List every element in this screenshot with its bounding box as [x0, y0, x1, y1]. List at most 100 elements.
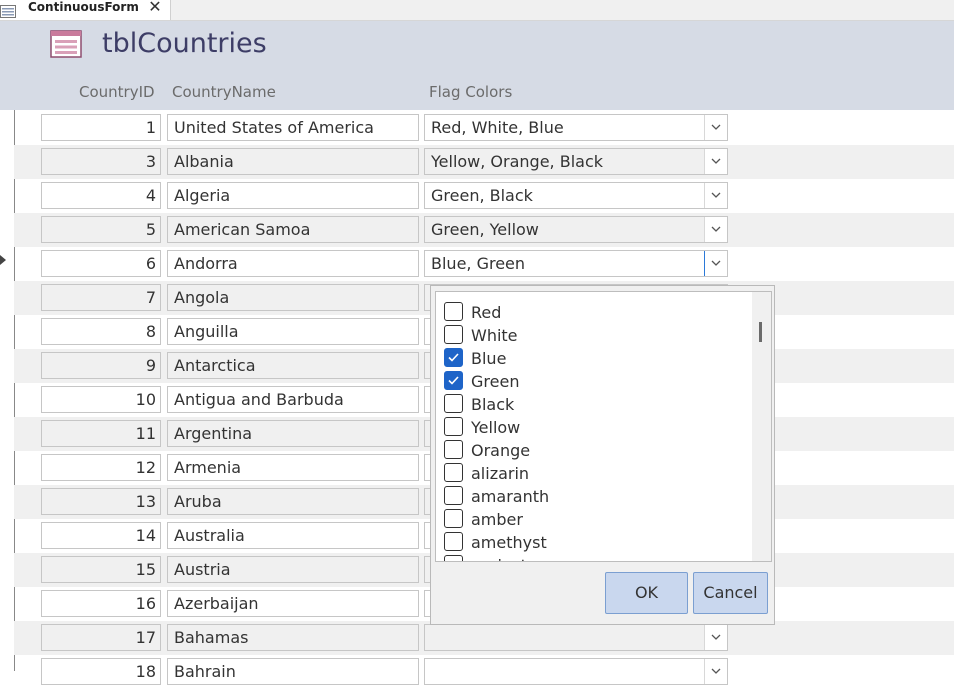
- list-item-label: amaranth: [471, 487, 550, 506]
- close-icon[interactable]: ✕: [147, 0, 163, 16]
- checkbox[interactable]: [444, 509, 463, 528]
- countryname-field[interactable]: Austria: [167, 556, 419, 583]
- countryid-field[interactable]: 11: [41, 420, 161, 447]
- countryid-field[interactable]: 14: [41, 522, 161, 549]
- flag-colors-value: Green, Yellow: [431, 220, 539, 239]
- countryid-field[interactable]: 10: [41, 386, 161, 413]
- countryname-field[interactable]: Angola: [167, 284, 419, 311]
- countryid-field[interactable]: 5: [41, 216, 161, 243]
- countryname-field[interactable]: American Samoa: [167, 216, 419, 243]
- countryname-field[interactable]: Antarctica: [167, 352, 419, 379]
- form-icon: [50, 30, 82, 58]
- flag-colors-combobox[interactable]: Yellow, Orange, Black: [424, 148, 728, 175]
- dropdown-button[interactable]: [704, 149, 727, 174]
- checkbox[interactable]: [444, 486, 463, 505]
- flag-colors-listbox[interactable]: Red White Blue Green Black Yellow Orange alizar…: [435, 291, 772, 562]
- table-row: 3 Albania Yellow, Orange, Black: [14, 145, 954, 179]
- checkbox[interactable]: [444, 371, 463, 390]
- dropdown-button[interactable]: [704, 659, 727, 684]
- countryid-field[interactable]: 4: [41, 182, 161, 209]
- flag-colors-combobox[interactable]: Red, White, Blue: [424, 114, 728, 141]
- table-row: 1 United States of America Red, White, Blu…: [14, 111, 954, 145]
- countryid-field[interactable]: 7: [41, 284, 161, 311]
- list-item[interactable]: amethyst: [444, 532, 744, 555]
- countryname-field[interactable]: Albania: [167, 148, 419, 175]
- countryid-field[interactable]: 3: [41, 148, 161, 175]
- countryname-field[interactable]: Andorra: [167, 250, 419, 277]
- countryid-field[interactable]: 6: [41, 250, 161, 277]
- list-item-label: amethyst: [471, 533, 547, 552]
- list-item[interactable]: Green: [444, 371, 744, 394]
- list-item[interactable]: Black: [444, 394, 744, 417]
- countryid-field[interactable]: 1: [41, 114, 161, 141]
- scrollbar-thumb[interactable]: [759, 322, 762, 342]
- page-title: tblCountries: [102, 28, 267, 59]
- countryid-field[interactable]: 9: [41, 352, 161, 379]
- countryid-field[interactable]: 15: [41, 556, 161, 583]
- countryname-field[interactable]: United States of America: [167, 114, 419, 141]
- flag-colors-combobox[interactable]: Green, Black: [424, 182, 728, 209]
- list-item[interactable]: amber: [444, 509, 744, 532]
- list-item[interactable]: Yellow: [444, 417, 744, 440]
- checkbox[interactable]: [444, 532, 463, 551]
- list-item[interactable]: amaranth: [444, 486, 744, 509]
- countryid-field[interactable]: 16: [41, 590, 161, 617]
- list-item[interactable]: White: [444, 325, 744, 348]
- countryid-field[interactable]: 18: [41, 658, 161, 685]
- list-item[interactable]: Blue: [444, 348, 744, 371]
- countryname-field[interactable]: Antigua and Barbuda: [167, 386, 419, 413]
- countryid-field[interactable]: 12: [41, 454, 161, 481]
- countryid-field[interactable]: 17: [41, 624, 161, 651]
- dropdown-button[interactable]: [704, 115, 727, 140]
- form-header: tblCountries CountryID CountryName Flag …: [0, 21, 954, 110]
- list-item-label: Red: [471, 303, 502, 322]
- column-label-flag-colors: Flag Colors: [429, 83, 513, 101]
- table-row: 5 American Samoa Green, Yellow: [14, 213, 954, 247]
- checkbox[interactable]: [444, 348, 463, 367]
- list-item-label: amber: [471, 510, 523, 529]
- countryname-field[interactable]: Azerbaijan: [167, 590, 419, 617]
- countryid-field[interactable]: 8: [41, 318, 161, 345]
- list-item[interactable]: Orange: [444, 440, 744, 463]
- checkbox[interactable]: [444, 555, 463, 561]
- checkbox[interactable]: [444, 302, 463, 321]
- tab-continuous-form[interactable]: ContinuousForm ✕: [0, 0, 171, 20]
- countryname-field[interactable]: Argentina: [167, 420, 419, 447]
- countryname-field[interactable]: Armenia: [167, 454, 419, 481]
- countryid-field[interactable]: 13: [41, 488, 161, 515]
- checkbox[interactable]: [444, 440, 463, 459]
- dropdown-button[interactable]: [704, 625, 727, 650]
- cancel-button[interactable]: Cancel: [693, 572, 768, 614]
- list-item[interactable]: apricot: [444, 555, 744, 561]
- countryname-field[interactable]: Bahamas: [167, 624, 419, 651]
- list-item-label: Orange: [471, 441, 531, 460]
- form-icon: [0, 3, 16, 18]
- flag-colors-combobox[interactable]: [424, 624, 728, 651]
- table-row: 17 Bahamas: [14, 621, 954, 655]
- checkbox[interactable]: [444, 394, 463, 413]
- dropdown-button[interactable]: [704, 217, 727, 242]
- countryname-field[interactable]: Bahrain: [167, 658, 419, 685]
- countryname-field[interactable]: Australia: [167, 522, 419, 549]
- countryname-field[interactable]: Algeria: [167, 182, 419, 209]
- ok-button[interactable]: OK: [605, 572, 688, 614]
- list-item-label: alizarin: [471, 464, 530, 483]
- list-item[interactable]: alizarin: [444, 463, 744, 486]
- dropdown-button[interactable]: [704, 183, 727, 208]
- list-item[interactable]: Red: [444, 302, 744, 325]
- table-row: 6 Andorra Blue, Green: [14, 247, 954, 281]
- listbox-scrollbar[interactable]: [752, 292, 771, 561]
- checkbox[interactable]: [444, 417, 463, 436]
- dropdown-button[interactable]: [704, 251, 727, 276]
- flag-colors-combobox[interactable]: Blue, Green: [424, 250, 728, 277]
- tab-label: ContinuousForm: [28, 0, 139, 14]
- checkbox[interactable]: [444, 325, 463, 344]
- countryname-field[interactable]: Aruba: [167, 488, 419, 515]
- table-row: 18 Bahrain: [14, 655, 954, 689]
- column-label-countryid: CountryID: [79, 83, 155, 101]
- countryname-field[interactable]: Anguilla: [167, 318, 419, 345]
- flag-colors-combobox[interactable]: [424, 658, 728, 685]
- flag-colors-combobox[interactable]: Green, Yellow: [424, 216, 728, 243]
- document-tab-bar: ContinuousForm ✕: [0, 0, 954, 21]
- checkbox[interactable]: [444, 463, 463, 482]
